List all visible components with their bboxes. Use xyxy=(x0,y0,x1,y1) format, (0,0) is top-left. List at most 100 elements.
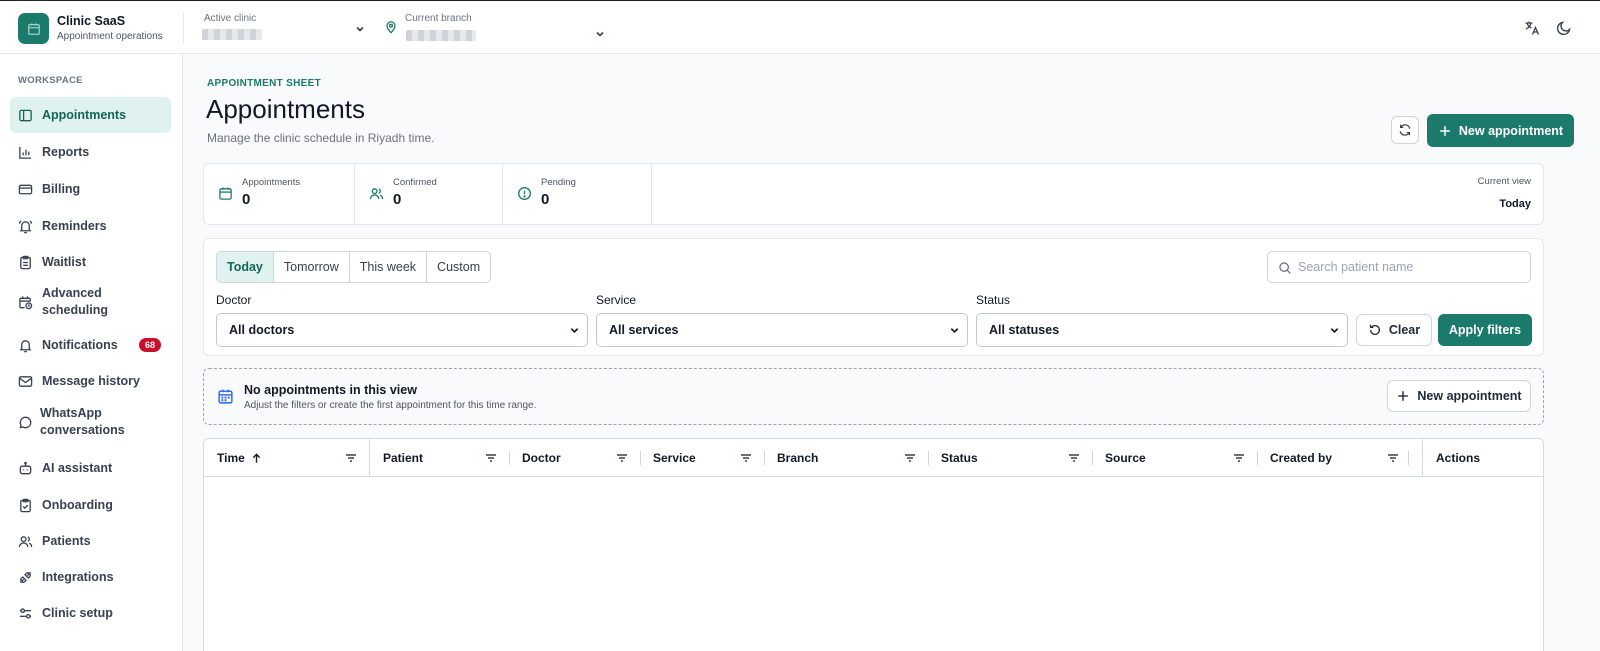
active-clinic-selector[interactable]: Active clinic xyxy=(200,9,368,47)
column-header-status[interactable]: Status xyxy=(928,439,1092,477)
empty-state-new-appointment-button[interactable]: New appointment xyxy=(1387,380,1531,412)
column-header-time[interactable]: Time xyxy=(204,439,369,477)
sidebar-item-ai-assistant[interactable]: AI assistant xyxy=(10,450,171,486)
new-appointment-button[interactable]: New appointment xyxy=(1427,114,1574,147)
sidebar-item-reports[interactable]: Reports xyxy=(10,134,171,170)
sort-ascending-icon xyxy=(252,452,260,463)
column-label: Source xyxy=(1105,451,1146,465)
apply-filters-button[interactable]: Apply filters xyxy=(1438,314,1532,346)
clear-filters-button[interactable]: Clear xyxy=(1356,314,1432,346)
filter-icon[interactable] xyxy=(1068,452,1080,464)
sidebar-item-onboarding[interactable]: Onboarding xyxy=(10,487,171,523)
filter-icon[interactable] xyxy=(616,452,628,464)
notifications-count-badge: 68 xyxy=(138,338,161,352)
filter-icon[interactable] xyxy=(1233,452,1245,464)
filter-icon[interactable] xyxy=(904,452,916,464)
sidebar-item-advanced-scheduling[interactable]: Advanced scheduling xyxy=(10,280,171,324)
sidebar-panel-icon xyxy=(19,109,32,121)
page-subtitle: Manage the clinic schedule in Riyadh tim… xyxy=(207,131,435,145)
search-input[interactable] xyxy=(1298,252,1526,282)
calendar-icon xyxy=(219,187,232,200)
stat-label: Pending xyxy=(541,177,576,188)
sidebar-item-label: Waitlist xyxy=(42,255,86,269)
filter-icon[interactable] xyxy=(345,452,357,464)
sidebar-item-appointments[interactable]: Appointments xyxy=(10,97,171,133)
chevron-down-icon xyxy=(950,328,959,334)
alert-circle-icon xyxy=(518,187,531,200)
sidebar-item-whatsapp-conversations[interactable]: WhatsApp conversations xyxy=(10,400,171,444)
appointments-table: Time Patient Doctor Service Branch Statu… xyxy=(203,438,1544,651)
filter-icon[interactable] xyxy=(1387,452,1399,464)
sidebar-item-waitlist[interactable]: Waitlist xyxy=(10,244,171,280)
tab-this-week[interactable]: This week xyxy=(350,252,428,282)
sidebar-item-label: Reminders xyxy=(42,219,107,233)
sidebar-item-patients[interactable]: Patients xyxy=(10,523,171,559)
chevron-down-icon xyxy=(596,31,604,37)
column-header-branch[interactable]: Branch xyxy=(764,439,928,477)
sidebar-item-label: Advanced scheduling xyxy=(42,286,108,317)
sidebar-item-clinic-setup[interactable]: Clinic setup xyxy=(10,595,171,631)
clipboard-check-icon xyxy=(20,498,31,512)
plug-icon xyxy=(19,571,32,583)
filter-icon[interactable] xyxy=(740,452,752,464)
column-header-service[interactable]: Service xyxy=(640,439,764,477)
stat-value: 0 xyxy=(242,191,251,208)
current-branch-selector[interactable]: Current branch xyxy=(382,9,608,47)
filter-icon[interactable] xyxy=(485,452,497,464)
column-divider xyxy=(1408,451,1409,465)
empty-state-banner: No appointments in this view Adjust the … xyxy=(203,368,1544,425)
sidebar-item-billing[interactable]: Billing xyxy=(10,171,171,207)
column-header-patient[interactable]: Patient xyxy=(369,439,509,477)
column-label: Branch xyxy=(777,451,819,465)
calendar-icon xyxy=(218,389,233,404)
new-appointment-label: New appointment xyxy=(1458,123,1564,138)
workspace-section-label: WORKSPACE xyxy=(18,75,83,86)
sidebar-item-reminders[interactable]: Reminders xyxy=(10,208,171,244)
column-label: Created by xyxy=(1270,451,1333,465)
chevron-down-icon xyxy=(356,26,364,32)
chevron-down-icon xyxy=(1330,328,1339,334)
filters-card: Today Tomorrow This week Custom Doctor A… xyxy=(203,238,1544,356)
table-header: Time Patient Doctor Service Branch Statu… xyxy=(204,439,1543,477)
column-label: Status xyxy=(941,451,978,465)
stats-card: Appointments 0 Confirmed 0 Pending 0 Cur… xyxy=(203,163,1544,225)
doctor-select[interactable]: All doctors xyxy=(216,313,588,347)
stat-label: Confirmed xyxy=(393,177,437,188)
column-header-source[interactable]: Source xyxy=(1092,439,1257,477)
tab-tomorrow[interactable]: Tomorrow xyxy=(274,252,350,282)
status-select[interactable]: All statuses xyxy=(976,313,1348,347)
refresh-button[interactable] xyxy=(1391,116,1419,144)
calendar-clock-icon xyxy=(19,295,33,309)
map-pin-icon xyxy=(386,21,396,34)
stat-confirmed: Confirmed 0 xyxy=(355,164,503,224)
search-icon xyxy=(1279,262,1291,274)
apply-label: Apply filters xyxy=(1448,323,1522,337)
moon-icon[interactable] xyxy=(1556,20,1572,36)
active-clinic-value-redacted xyxy=(202,29,262,40)
page-eyebrow: APPOINTMENT SHEET xyxy=(207,78,321,89)
tab-today[interactable]: Today xyxy=(217,252,274,282)
column-label: Time xyxy=(217,451,245,465)
clear-label: Clear xyxy=(1388,323,1421,337)
tab-custom[interactable]: Custom xyxy=(427,252,490,282)
stat-value: 0 xyxy=(393,191,402,208)
bell-ring-icon xyxy=(18,219,33,233)
bot-icon xyxy=(19,461,32,474)
column-header-created-by[interactable]: Created by xyxy=(1257,439,1421,477)
service-select[interactable]: All services xyxy=(596,313,968,347)
sidebar-item-notifications[interactable]: Notifications 68 xyxy=(10,327,171,363)
plus-icon xyxy=(1398,391,1409,401)
status-select-value: All statuses xyxy=(989,323,1060,337)
column-header-actions: Actions xyxy=(1422,439,1543,477)
doctor-select-value: All doctors xyxy=(229,323,295,337)
empty-state-subtitle: Adjust the filters or create the first a… xyxy=(244,400,537,411)
sidebar-item-label: Clinic setup xyxy=(42,606,113,620)
reset-icon xyxy=(1369,324,1380,335)
translate-icon[interactable] xyxy=(1524,20,1540,36)
sidebar-item-message-history[interactable]: Message history xyxy=(10,363,171,399)
bar-chart-icon xyxy=(19,146,32,159)
column-header-doctor[interactable]: Doctor xyxy=(509,439,640,477)
doctor-filter-label: Doctor xyxy=(216,293,252,307)
sidebar-item-integrations[interactable]: Integrations xyxy=(10,559,171,595)
bell-icon xyxy=(19,339,32,352)
